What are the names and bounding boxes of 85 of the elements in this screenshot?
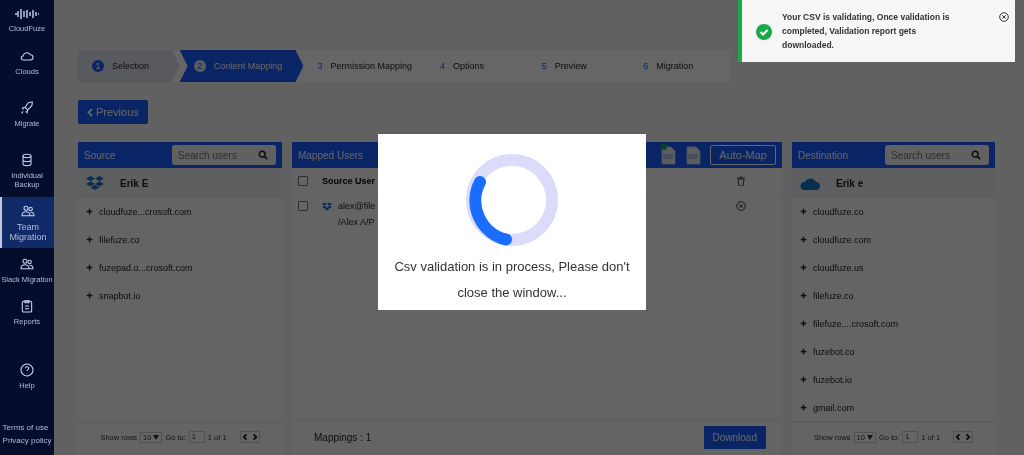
footer-link[interactable]: Terms of use [2,423,52,432]
step-number: 5 [541,61,547,71]
domain-item[interactable]: cloudfuze.us [792,254,995,282]
rocket-icon [19,100,35,116]
close-icon[interactable] [999,12,1009,22]
user-path: /Alex A/P [337,217,376,227]
loading-message: Csv validation is in process, Please don't close the window... [393,258,631,302]
wizard-step[interactable]: 4 Options [426,50,528,82]
domain-item[interactable]: snapbot.io [78,282,282,310]
plus-icon [86,208,93,215]
previous-button[interactable]: Previous [78,100,148,124]
step-label: Selection [112,61,150,71]
domain-item[interactable]: fuzebot.co [792,338,995,366]
step-number: 6 [643,61,649,71]
csv-file-icon[interactable] [685,144,703,166]
next-page-icon[interactable] [963,432,973,442]
plus-icon [800,348,807,355]
download-button[interactable]: Download [703,425,766,449]
domain-item[interactable]: filefuze....crosoft.com [792,310,995,338]
caret-icon [153,434,160,440]
clipboard-icon [19,298,35,314]
panel-title: Mapped Users [298,149,365,161]
chevron-left-icon [87,107,93,117]
checkbox[interactable] [298,201,308,211]
plus-icon [800,264,807,271]
wizard-step[interactable]: 1 Selection [78,50,180,82]
wizard-step[interactable]: 6 Migration [629,50,731,82]
nav-label: Team Migration [8,222,48,242]
step-number: 2 [193,60,206,72]
step-label: Migration [656,61,694,71]
wizard-step[interactable]: 2 Content Mapping [179,50,304,82]
domain-item[interactable]: fuzepad.o...crosoft.com [78,254,282,282]
user-email: alex@file [338,201,376,211]
spinner-icon [464,152,560,248]
checkbox[interactable] [298,176,308,186]
step-number: 3 [317,61,323,71]
trash-icon[interactable] [736,176,746,186]
logo-icon [14,8,40,20]
step-number: 1 [92,60,104,72]
plus-icon [800,236,807,243]
domain-item[interactable]: cloudfuze.com [792,226,995,254]
help-icon [19,362,35,378]
domain-item[interactable]: filefuze.co [792,282,995,310]
user-name: Erik e [836,177,864,189]
users-icon [20,203,36,219]
check-icon [756,24,772,40]
step-number: 4 [440,61,445,71]
wizard-step[interactable]: 3 Permission Mapping [303,50,426,82]
database-icon [19,152,35,168]
plus-icon [86,264,93,271]
column-header: Source User [322,176,376,186]
plus-icon [800,208,807,215]
plus-icon [800,292,807,299]
nav-item[interactable]: Team Migration [0,197,54,248]
plus-icon [86,236,93,243]
panel-title: Destination [798,149,850,161]
domain-item[interactable]: cloudfuze...crosoft.com [78,198,282,226]
domain-item[interactable]: fuzebot.io [792,366,995,394]
cloud-icon [800,176,820,190]
dropbox-icon [322,201,332,211]
panel-title: Source [84,149,117,161]
user-name: Erik E [120,177,149,189]
plus-icon [800,404,807,411]
wizard-step[interactable]: 5 Preview [527,50,630,82]
domain-item[interactable]: cloudfuze.co [792,198,995,226]
plus-icon [800,320,807,327]
dropbox-icon [86,175,104,191]
footer-link[interactable]: Privacy policy [2,436,52,445]
step-label: Options [453,61,485,71]
toast-message: Your CSV is validating, Once validation is completed, Validation report gets downloaded. [782,11,951,52]
search-icon[interactable] [971,150,981,160]
mappings-count: Mappings : 1 [314,431,372,443]
prev-page-icon[interactable] [240,432,250,442]
domain-item[interactable]: filefuze.co [78,226,282,254]
csv-file-icon[interactable] [660,144,678,166]
users-icon [19,256,35,272]
auto-map-button[interactable]: Auto-Map [710,145,776,165]
domain-item[interactable]: gmail.com [792,394,995,422]
step-label: Permission Mapping [330,61,412,71]
step-label: Content Mapping [213,61,283,71]
step-label: Preview [554,61,587,71]
caret-icon [866,434,873,440]
search-icon[interactable] [258,150,268,160]
plus-icon [86,292,93,299]
plus-icon [800,376,807,383]
